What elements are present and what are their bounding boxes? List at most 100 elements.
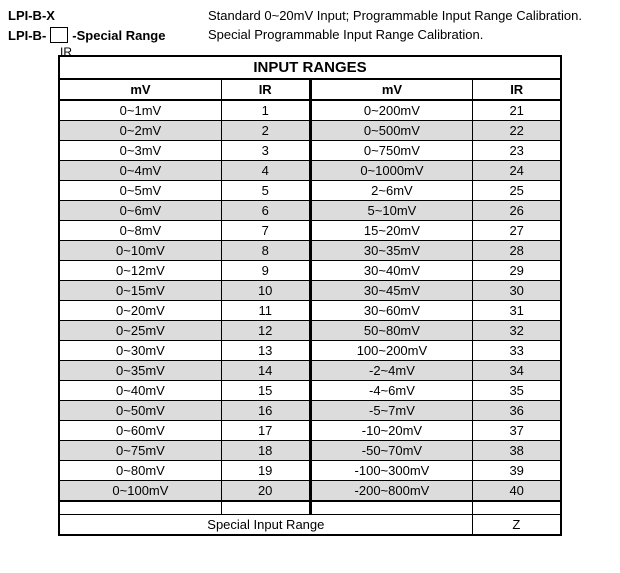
table-row: 30~40mV29 (312, 261, 561, 281)
cell-ir: 9 (222, 261, 309, 280)
cell-mv: 0~80mV (60, 461, 222, 480)
table-body-right: 0~200mV210~500mV220~750mV230~1000mV242~6… (312, 101, 561, 501)
table-row: 0~40mV15 (60, 381, 309, 401)
cell-mv: -4~6mV (312, 381, 474, 400)
cell-mv: 0~75mV (60, 441, 222, 460)
table-row: 0~15mV10 (60, 281, 309, 301)
table-row: 0~80mV19 (60, 461, 309, 481)
cell-mv: 0~10mV (60, 241, 222, 260)
cell-mv: -2~4mV (312, 361, 474, 380)
cell-mv: 0~4mV (60, 161, 222, 180)
table-row: 30~60mV31 (312, 301, 561, 321)
cell-ir: 18 (222, 441, 309, 460)
cell-ir: 11 (222, 301, 309, 320)
cell-ir: 29 (473, 261, 560, 280)
definition-text: Special Programmable Input Range Calibra… (208, 27, 612, 42)
table-spacer-row (60, 501, 560, 515)
input-ranges-table: INPUT RANGES mV IR 0~1mV10~2mV20~3mV30~4… (58, 55, 562, 536)
table-row: -2~4mV34 (312, 361, 561, 381)
table-row: -5~7mV36 (312, 401, 561, 421)
header-ir: IR (473, 80, 560, 99)
table-row: 2~6mV25 (312, 181, 561, 201)
cell-ir: 12 (222, 321, 309, 340)
table-row: 100~200mV33 (312, 341, 561, 361)
table-row: 0~35mV14 (60, 361, 309, 381)
cell-ir: 31 (473, 301, 560, 320)
cell-mv: -10~20mV (312, 421, 474, 440)
definition-row: LPI-B-X Standard 0~20mV Input; Programma… (8, 8, 612, 23)
table-row: 5~10mV26 (312, 201, 561, 221)
cell-ir: 2 (222, 121, 309, 140)
cell-mv: 100~200mV (312, 341, 474, 360)
cell-mv: 0~12mV (60, 261, 222, 280)
cell-ir: 22 (473, 121, 560, 140)
cell-ir: 14 (222, 361, 309, 380)
cell-ir: 17 (222, 421, 309, 440)
definition-text: Standard 0~20mV Input; Programmable Inpu… (208, 8, 612, 23)
definition-key: LPI-B- -Special Range IR (8, 27, 208, 43)
cell-ir: 37 (473, 421, 560, 440)
ir-box-icon (50, 27, 68, 43)
cell-mv: 0~15mV (60, 281, 222, 300)
cell-ir: 19 (222, 461, 309, 480)
cell-ir: 6 (222, 201, 309, 220)
cell-mv: 0~750mV (312, 141, 474, 160)
cell-ir: 28 (473, 241, 560, 260)
cell-ir: 7 (222, 221, 309, 240)
header-ir: IR (222, 80, 309, 99)
cell-ir: 23 (473, 141, 560, 160)
cell-mv: -100~300mV (312, 461, 474, 480)
table-row: 0~1000mV24 (312, 161, 561, 181)
cell-ir: 21 (473, 101, 560, 120)
cell-mv: -50~70mV (312, 441, 474, 460)
cell-ir: 39 (473, 461, 560, 480)
cell-ir: 4 (222, 161, 309, 180)
cell-ir: 38 (473, 441, 560, 460)
table-body-left: 0~1mV10~2mV20~3mV30~4mV40~5mV50~6mV60~8m… (60, 101, 309, 501)
cell-mv: 30~35mV (312, 241, 474, 260)
cell-mv: 0~100mV (60, 481, 222, 500)
cell-mv: 30~40mV (312, 261, 474, 280)
cell-ir: 3 (222, 141, 309, 160)
cell-mv: 0~50mV (60, 401, 222, 420)
cell-mv: 0~60mV (60, 421, 222, 440)
definition-row: LPI-B- -Special Range IR Special Program… (8, 27, 612, 43)
cell-mv: 0~40mV (60, 381, 222, 400)
cell-ir: 40 (473, 481, 560, 500)
table-row: 0~20mV11 (60, 301, 309, 321)
cell-mv: -5~7mV (312, 401, 474, 420)
table-header-row: mV IR (60, 80, 309, 101)
definition-prefix: LPI-B- (8, 28, 46, 43)
cell-mv: 50~80mV (312, 321, 474, 340)
cell-mv: 2~6mV (312, 181, 474, 200)
cell-mv: 0~6mV (60, 201, 222, 220)
cell-ir: 27 (473, 221, 560, 240)
table-row: 50~80mV32 (312, 321, 561, 341)
table-row: 0~10mV8 (60, 241, 309, 261)
header-mv: mV (312, 80, 474, 99)
table-row: 0~6mV6 (60, 201, 309, 221)
cell-ir: 16 (222, 401, 309, 420)
table-row: 0~25mV12 (60, 321, 309, 341)
table-row: 0~500mV22 (312, 121, 561, 141)
table-row: 0~200mV21 (312, 101, 561, 121)
cell-mv: 0~3mV (60, 141, 222, 160)
ir-sub-label: IR (60, 45, 72, 59)
table-right-column: mV IR 0~200mV210~500mV220~750mV230~1000m… (311, 80, 561, 501)
cell-ir: 32 (473, 321, 560, 340)
table-row: 30~45mV30 (312, 281, 561, 301)
cell-mv: 0~25mV (60, 321, 222, 340)
table-row: 0~30mV13 (60, 341, 309, 361)
table-row: 0~75mV18 (60, 441, 309, 461)
table-row: 0~2mV2 (60, 121, 309, 141)
table-title: INPUT RANGES (60, 57, 560, 80)
table-row: 0~3mV3 (60, 141, 309, 161)
table-row: 0~4mV4 (60, 161, 309, 181)
definitions-block: LPI-B-X Standard 0~20mV Input; Programma… (8, 8, 612, 43)
cell-mv: 0~30mV (60, 341, 222, 360)
cell-ir: 25 (473, 181, 560, 200)
cell-mv: 0~8mV (60, 221, 222, 240)
cell-ir: 20 (222, 481, 309, 500)
cell-ir: 35 (473, 381, 560, 400)
table-row: 30~35mV28 (312, 241, 561, 261)
